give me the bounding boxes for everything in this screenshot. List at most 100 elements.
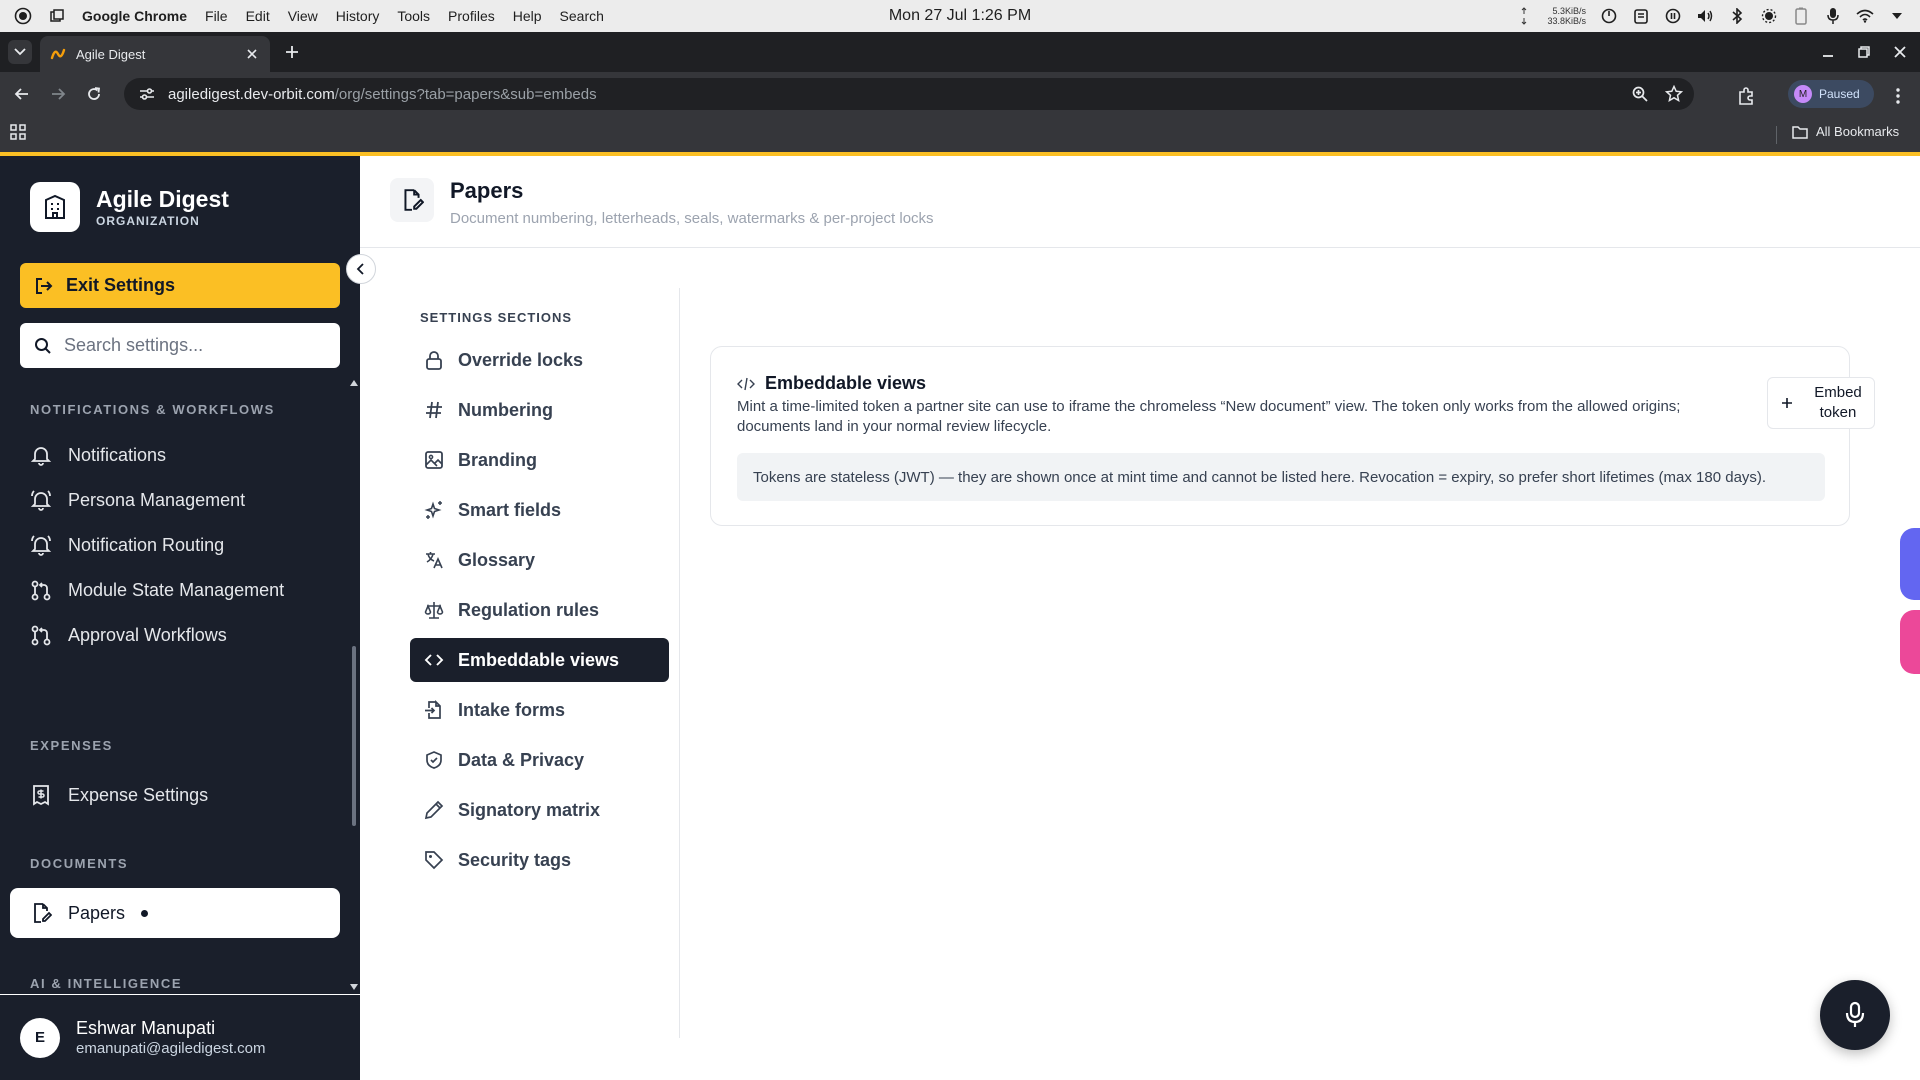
- scroll-up-arrow-icon[interactable]: [350, 380, 358, 386]
- user-avatar: E: [20, 1017, 60, 1058]
- bookmarks-bar: All Bookmarks: [0, 116, 1920, 152]
- exit-settings-label: Exit Settings: [66, 275, 176, 295]
- os-menu-history[interactable]: History: [336, 8, 380, 24]
- section-data-privacy[interactable]: Data & Privacy: [410, 738, 669, 782]
- sidebar-item-approval-workflows[interactable]: Approval Workflows: [10, 610, 340, 660]
- forward-arrow-icon[interactable]: [44, 80, 72, 108]
- browser-tab-strip: Agile Digest: [0, 32, 1920, 72]
- section-label: Intake forms: [458, 699, 566, 720]
- volume-icon[interactable]: [1696, 7, 1714, 25]
- collapse-sidebar-button[interactable]: [346, 254, 376, 284]
- scale-icon: [424, 602, 444, 619]
- back-arrow-icon[interactable]: [8, 80, 36, 108]
- bluetooth-icon[interactable]: [1728, 7, 1746, 25]
- section-label: Data & Privacy: [458, 749, 585, 770]
- settings-search-input[interactable]: [64, 335, 324, 356]
- power-icon[interactable]: [1600, 7, 1618, 25]
- window-close-icon[interactable]: [1890, 42, 1910, 62]
- sidebar-item-expense-settings[interactable]: Expense Settings: [10, 770, 340, 820]
- window-minimize-icon[interactable]: [1818, 42, 1838, 62]
- os-menu-file[interactable]: File: [205, 8, 228, 24]
- scroll-down-arrow-icon[interactable]: [350, 984, 358, 990]
- user-profile[interactable]: E Eshwar Manupati emanupati@agiledigest.…: [0, 994, 360, 1080]
- zoom-icon[interactable]: [1630, 84, 1650, 104]
- lock-icon: [426, 351, 442, 370]
- site-info-icon[interactable]: [138, 85, 156, 103]
- os-menu-help[interactable]: Help: [513, 8, 542, 24]
- section-regulation-rules[interactable]: Regulation rules: [410, 588, 669, 632]
- os-activities-icon[interactable]: [14, 7, 32, 25]
- clipboard-icon[interactable]: [1632, 7, 1650, 25]
- git-pull-request-icon: [31, 580, 51, 601]
- url-path: /org/settings?tab=papers&sub=embeds: [334, 85, 597, 103]
- section-security-tags[interactable]: Security tags: [410, 838, 669, 882]
- app-window-icon: [50, 9, 64, 23]
- section-signatory-matrix[interactable]: Signatory matrix: [410, 788, 669, 832]
- os-app-name[interactable]: Google Chrome: [82, 8, 187, 24]
- section-label: Signatory matrix: [458, 799, 601, 820]
- wifi-icon[interactable]: [1856, 7, 1874, 25]
- profile-paused-button[interactable]: M Paused: [1788, 80, 1874, 108]
- section-numbering[interactable]: Numbering: [410, 388, 669, 432]
- chevron-down-icon: [14, 48, 26, 56]
- section-glossary[interactable]: Glossary: [410, 538, 669, 582]
- browser-menu-kebab-icon[interactable]: [1888, 86, 1908, 106]
- section-branding[interactable]: Branding: [410, 438, 669, 482]
- tab-search-button[interactable]: [8, 40, 32, 64]
- arrow-up-down-icon: [1515, 7, 1533, 25]
- brightness-icon[interactable]: [1760, 7, 1778, 25]
- sidebar-scrollbar-thumb[interactable]: [352, 646, 356, 826]
- floating-side-tab-purple[interactable]: [1900, 528, 1920, 600]
- pause-icon[interactable]: [1664, 7, 1682, 25]
- embed-token-button[interactable]: Embed token: [1767, 377, 1875, 429]
- settings-search-box[interactable]: [20, 323, 340, 368]
- folder-icon: [1792, 125, 1808, 139]
- sidebar-item-notifications[interactable]: Notifications: [10, 430, 340, 480]
- tag-icon: [425, 851, 444, 870]
- chevron-down-icon[interactable]: [1888, 7, 1906, 25]
- url-host: agiledigest.dev-orbit.com: [168, 85, 335, 103]
- sidebar-item-label: Expense Settings: [68, 784, 209, 805]
- apps-grid-icon[interactable]: [10, 124, 30, 144]
- section-override-locks[interactable]: Override locks: [410, 338, 669, 382]
- extensions-puzzle-icon[interactable]: [1736, 86, 1756, 106]
- sidebar-item-persona-management[interactable]: Persona Management: [10, 475, 340, 525]
- new-tab-plus-icon[interactable]: [282, 42, 302, 62]
- os-menu-view[interactable]: View: [288, 8, 318, 24]
- sidebar-item-label: Approval Workflows: [68, 624, 227, 645]
- os-menu-profiles[interactable]: Profiles: [448, 8, 495, 24]
- image-icon: [425, 451, 443, 469]
- user-email: emanupati@agiledigest.com: [76, 1039, 266, 1057]
- tab-close-icon[interactable]: [244, 46, 260, 62]
- all-bookmarks-button[interactable]: All Bookmarks: [1792, 124, 1899, 139]
- reload-icon[interactable]: [80, 80, 108, 108]
- sidebar-item-papers[interactable]: Papers: [10, 888, 340, 938]
- microphone-icon: [1845, 1001, 1865, 1027]
- embed-token-label-line2: token: [1819, 404, 1857, 421]
- battery-icon[interactable]: [1792, 7, 1810, 25]
- os-menu-edit[interactable]: Edit: [246, 8, 270, 24]
- page-header: Papers Document numbering, letterheads, …: [360, 156, 1920, 248]
- browser-toolbar: agiledigest.dev-orbit.com/org/settings?t…: [0, 72, 1920, 116]
- os-menu-search[interactable]: Search: [560, 8, 604, 24]
- floating-side-tab-pink[interactable]: [1900, 610, 1920, 674]
- building-icon: [30, 182, 80, 232]
- window-restore-icon[interactable]: [1854, 42, 1874, 62]
- bookmark-star-icon[interactable]: [1664, 84, 1684, 104]
- section-embeddable-views[interactable]: Embeddable views: [410, 638, 669, 682]
- token-info-note: Tokens are stateless (JWT) — they are sh…: [737, 453, 1825, 501]
- voice-input-button[interactable]: [1820, 980, 1890, 1050]
- sidebar-item-notification-routing[interactable]: Notification Routing: [10, 520, 340, 570]
- bell-ring-icon: [30, 535, 52, 556]
- net-up-speed: 5.3KiB/s: [1552, 6, 1586, 16]
- exit-settings-button[interactable]: Exit Settings: [20, 263, 340, 308]
- section-intake-forms[interactable]: Intake forms: [410, 688, 669, 732]
- section-smart-fields[interactable]: Smart fields: [410, 488, 669, 532]
- os-menu-tools[interactable]: Tools: [397, 8, 430, 24]
- browser-tab-agile-digest[interactable]: Agile Digest: [40, 36, 270, 72]
- address-bar[interactable]: agiledigest.dev-orbit.com/org/settings?t…: [124, 78, 1694, 110]
- microphone-icon[interactable]: [1824, 7, 1842, 25]
- file-edit-icon: [390, 178, 434, 222]
- sidebar-item-module-state-management[interactable]: Module State Management: [10, 565, 340, 615]
- search-icon: [35, 337, 51, 354]
